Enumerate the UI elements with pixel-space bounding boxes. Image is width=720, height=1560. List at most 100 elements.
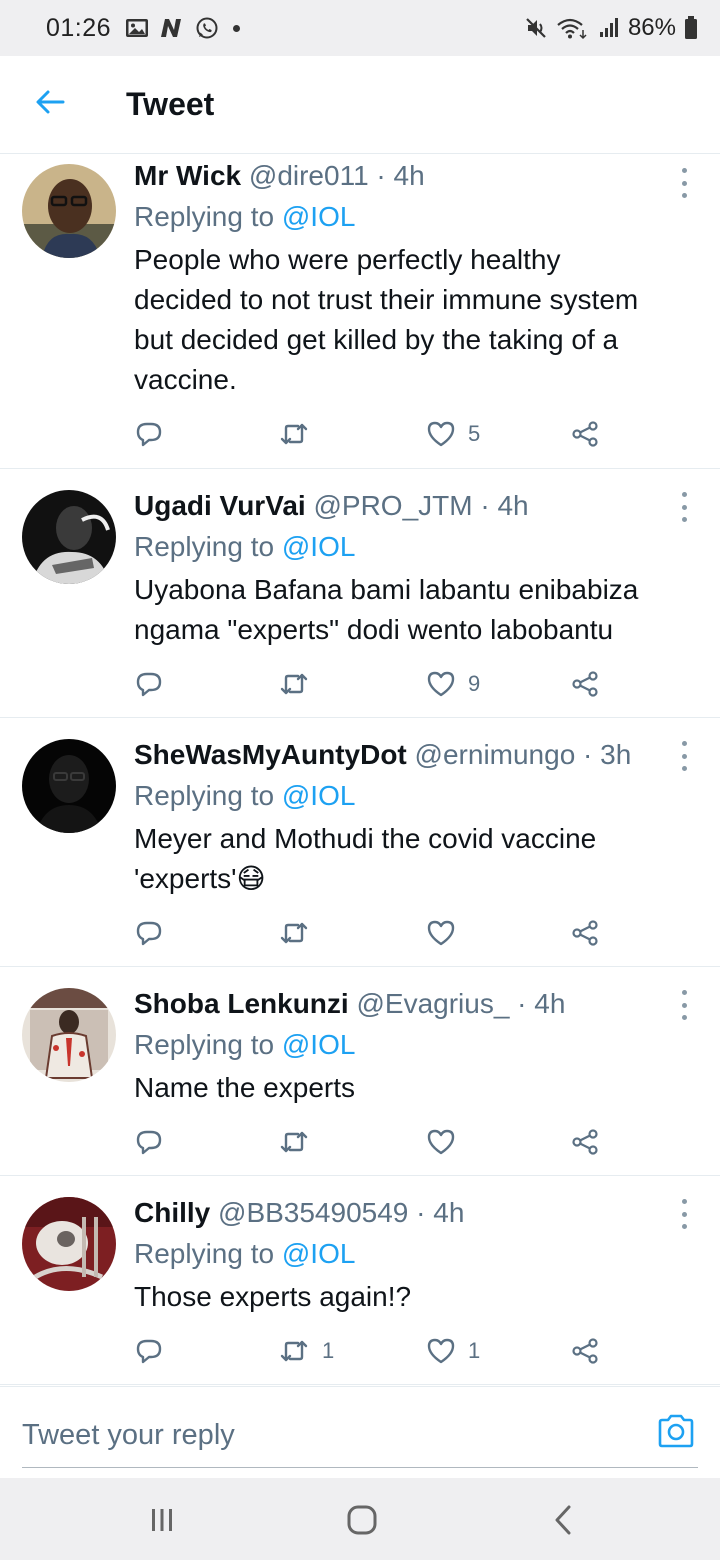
replying-to-link[interactable]: @IOL	[282, 1238, 356, 1269]
like-button[interactable]: 9	[426, 664, 480, 704]
tweet-header: Ugadi VurVai @PRO_JTM · 4h	[134, 486, 660, 526]
reply-composer	[0, 1386, 720, 1478]
retweet-button[interactable]	[278, 664, 322, 704]
tweet[interactable]: Ugadi VurVai @PRO_JTM · 4h Replying to @…	[0, 470, 720, 718]
more-vertical-icon	[681, 741, 687, 746]
whatsapp-icon	[195, 16, 219, 40]
camera-icon	[658, 1414, 694, 1448]
home-button[interactable]	[340, 1498, 384, 1542]
more-options-button[interactable]	[674, 990, 694, 1020]
battery-percent: 86%	[627, 14, 676, 41]
share-button[interactable]	[570, 1331, 600, 1371]
tweet-text: Those experts again!?	[134, 1281, 412, 1312]
handle-time: @Evagrius_ · 4h	[356, 988, 566, 1019]
like-button[interactable]	[426, 913, 468, 953]
replying-to-link[interactable]: @IOL	[282, 780, 356, 811]
tweet[interactable]: SheWasMyAuntyDot @ernimungo · 3h Replyin…	[0, 719, 720, 967]
retweet-icon	[280, 922, 308, 944]
heart-icon	[427, 1338, 455, 1364]
share-button[interactable]	[570, 664, 600, 704]
retweet-button[interactable]	[278, 1122, 322, 1162]
display-name[interactable]: SheWasMyAuntyDot	[134, 739, 407, 770]
gallery-icon	[125, 17, 149, 39]
tweet-actions: 9	[134, 664, 660, 704]
more-options-button[interactable]	[674, 492, 694, 522]
retweet-icon	[280, 1340, 308, 1362]
retweet-button[interactable]	[278, 913, 322, 953]
like-button[interactable]: 1	[426, 1331, 480, 1371]
app-header: Tweet	[0, 56, 720, 154]
recent-apps-icon	[152, 1509, 172, 1531]
recent-apps-button[interactable]	[140, 1498, 184, 1542]
reply-button[interactable]	[134, 1122, 176, 1162]
share-icon	[572, 671, 598, 697]
like-button[interactable]	[426, 1122, 468, 1162]
wifi-icon	[556, 16, 590, 40]
tweet-actions: 1 1	[134, 1331, 660, 1371]
replying-to: Replying to @IOL	[134, 775, 680, 817]
tweet[interactable]: Chilly @BB35490549 · 4h Replying to @IOL…	[0, 1177, 720, 1385]
back-button[interactable]	[26, 81, 74, 129]
more-options-button[interactable]	[674, 741, 694, 771]
camera-button[interactable]	[656, 1411, 696, 1451]
retweet-count: 1	[322, 1338, 335, 1363]
share-icon	[572, 421, 598, 447]
avatar[interactable]	[22, 1197, 116, 1291]
avatar[interactable]	[22, 490, 116, 584]
reply-button[interactable]	[134, 913, 176, 953]
tweet-body: Mr Wick @dire011 · 4h Replying to @IOL P…	[134, 154, 660, 400]
reply-input[interactable]	[22, 1407, 622, 1463]
tweet[interactable]: Mr Wick @dire011 · 4h Replying to @IOL P…	[0, 154, 720, 469]
input-underline	[22, 1467, 698, 1468]
tweet-body: Ugadi VurVai @PRO_JTM · 4h Replying to @…	[134, 484, 660, 650]
retweet-button[interactable]: 1	[278, 1331, 334, 1371]
handle-time: @dire011 · 4h	[248, 160, 425, 191]
reply-button[interactable]	[134, 414, 176, 454]
replying-to-link[interactable]: @IOL	[282, 531, 356, 562]
retweet-icon	[280, 673, 308, 695]
mute-icon	[524, 16, 548, 40]
reply-button[interactable]	[134, 1331, 176, 1371]
status-time: 01:26	[46, 13, 112, 42]
tweet-body: SheWasMyAuntyDot @ernimungo · 3h Replyin…	[134, 733, 680, 899]
share-button[interactable]	[570, 1122, 600, 1162]
display-name[interactable]: Mr Wick	[134, 160, 241, 191]
tweet-body: Shoba Lenkunzi @Evagrius_ · 4h Replying …	[134, 982, 660, 1108]
tweet-text: Name the experts	[134, 1072, 355, 1103]
retweet-button[interactable]	[278, 414, 322, 454]
avatar[interactable]	[22, 988, 116, 1082]
more-notifications-dot	[233, 24, 241, 32]
replying-to: Replying to @IOL	[134, 526, 660, 568]
like-button[interactable]: 5	[426, 414, 480, 454]
share-icon	[572, 920, 598, 946]
heart-icon	[427, 1129, 455, 1155]
back-icon	[555, 1505, 571, 1535]
display-name[interactable]: Shoba Lenkunzi	[134, 988, 349, 1019]
system-nav-bar	[0, 1478, 720, 1560]
display-name[interactable]: Chilly	[134, 1197, 210, 1228]
more-options-button[interactable]	[674, 168, 694, 198]
heart-icon	[427, 920, 455, 946]
avatar[interactable]	[22, 739, 116, 833]
share-button[interactable]	[570, 414, 600, 454]
replying-to-link[interactable]: @IOL	[282, 201, 356, 232]
tweet[interactable]: Shoba Lenkunzi @Evagrius_ · 4h Replying …	[0, 968, 720, 1176]
share-button[interactable]	[570, 913, 600, 953]
tweet-header: Shoba Lenkunzi @Evagrius_ · 4h	[134, 984, 660, 1024]
share-icon	[572, 1129, 598, 1155]
reply-button[interactable]	[134, 664, 176, 704]
tweet-text: People who were perfectly healthy decide…	[134, 244, 639, 395]
replying-to-link[interactable]: @IOL	[282, 1029, 356, 1060]
like-count: 1	[468, 1338, 481, 1363]
avatar[interactable]	[22, 164, 116, 258]
reply-icon	[136, 422, 162, 447]
system-back-button[interactable]	[542, 1498, 586, 1542]
more-options-button[interactable]	[674, 1199, 694, 1229]
reply-icon	[136, 1130, 162, 1155]
reply-icon	[136, 921, 162, 946]
handle-time: @PRO_JTM · 4h	[313, 490, 529, 521]
heart-icon	[427, 671, 455, 697]
replying-prefix: Replying to	[134, 1029, 282, 1060]
replying-prefix: Replying to	[134, 1238, 282, 1269]
display-name[interactable]: Ugadi VurVai	[134, 490, 306, 521]
